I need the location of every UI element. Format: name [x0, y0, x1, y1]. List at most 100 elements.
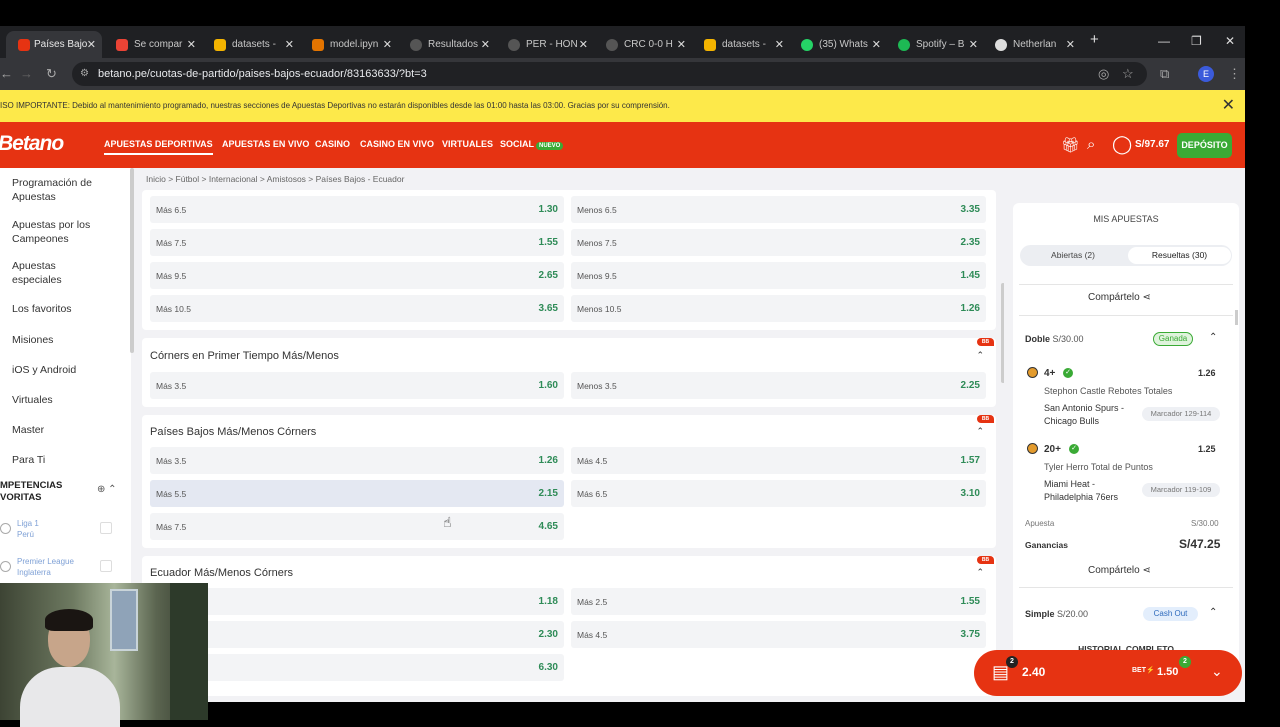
- nav-virtuales[interactable]: VIRTUALES: [442, 139, 493, 149]
- back-icon[interactable]: ←: [0, 66, 13, 81]
- sidebar-item-campeones[interactable]: Apuestas por los Campeones: [12, 218, 122, 246]
- close-tab-icon[interactable]: ✕: [481, 38, 490, 51]
- nav-casino-en-vivo[interactable]: CASINO EN VIVO: [360, 139, 434, 149]
- odd-button[interactable]: Más 4.5 3.75: [571, 621, 986, 648]
- chevron-up-icon[interactable]: ⌃: [976, 426, 984, 437]
- odd-button[interactable]: Más 10.5 3.65: [150, 295, 564, 322]
- new-tab-icon[interactable]: +: [1090, 31, 1099, 48]
- reload-icon[interactable]: ↻: [46, 66, 57, 82]
- sidebar-item-para-ti[interactable]: Para Ti: [12, 453, 122, 467]
- close-tab-icon[interactable]: ✕: [579, 38, 588, 51]
- eye-off-icon[interactable]: ◎: [1098, 66, 1109, 82]
- close-tab-icon[interactable]: ✕: [872, 38, 881, 51]
- deposit-button[interactable]: DEPÓSITO: [1177, 133, 1232, 158]
- league-checkbox[interactable]: [100, 560, 112, 572]
- extensions-icon[interactable]: ⧉: [1160, 66, 1169, 82]
- forward-icon[interactable]: →: [20, 66, 33, 81]
- odd-button[interactable]: Menos 6.5 3.35: [571, 196, 986, 223]
- tab-datasets-2[interactable]: datasets - ✕: [704, 31, 784, 58]
- tab-se-compar[interactable]: Se compar ✕: [116, 31, 196, 58]
- tab-whatsapp[interactable]: (35) Whats ✕: [801, 31, 881, 58]
- close-tab-icon[interactable]: ✕: [1066, 38, 1075, 51]
- odd-button[interactable]: Menos 3.5 2.25: [571, 372, 986, 399]
- tab-model[interactable]: model.ipyn ✕: [312, 31, 392, 58]
- league-premier[interactable]: Premier League Inglaterra: [17, 556, 74, 578]
- minimize-icon[interactable]: —: [1158, 34, 1170, 48]
- odd-button[interactable]: Más 3.5 1.26: [150, 447, 564, 474]
- chevron-up-icon[interactable]: ⌃: [976, 567, 984, 578]
- selection-match[interactable]: San Antonio Spurs - Chicago Bulls: [1044, 402, 1139, 428]
- sidebar-item-misiones[interactable]: Misiones: [12, 333, 122, 347]
- close-tab-icon[interactable]: ✕: [285, 38, 294, 51]
- maximize-icon[interactable]: ❐: [1191, 34, 1202, 48]
- betslip-bar[interactable]: ▤ 2 2.40 BET⚡ 2 1.50 ⌄: [974, 650, 1242, 696]
- nav-apuestas-deportivas[interactable]: APUESTAS DEPORTIVAS: [104, 139, 213, 155]
- profile-avatar[interactable]: E: [1198, 66, 1214, 82]
- search-icon[interactable]: ⌕: [1087, 136, 1095, 153]
- tab-crc[interactable]: CRC 0-0 H ✕: [606, 31, 686, 58]
- close-window-icon[interactable]: ✕: [1225, 34, 1235, 48]
- odd-button[interactable]: 2.30: [150, 621, 564, 648]
- league-liga1[interactable]: Liga 1 Perú: [17, 518, 39, 540]
- odd-button[interactable]: Más 2.5 1.55: [571, 588, 986, 615]
- tab-spotify[interactable]: Spotify – B ✕: [898, 31, 978, 58]
- close-tab-icon[interactable]: ✕: [775, 38, 784, 51]
- menu-kebab-icon[interactable]: ⋮: [1228, 66, 1241, 82]
- sidebar-item-master[interactable]: Master: [12, 423, 122, 437]
- nav-casino[interactable]: CASINO: [315, 139, 350, 149]
- nav-social[interactable]: SOCIAL NUEVO: [500, 139, 564, 150]
- tab-paises-bajos[interactable]: Países Bajo ✕: [6, 31, 102, 58]
- gift-icon[interactable]: 🎁︎: [1061, 136, 1080, 154]
- chevron-up-icon[interactable]: ⌃: [1209, 332, 1217, 343]
- chevron-up-icon[interactable]: ⌃: [1209, 607, 1217, 618]
- tab-datasets[interactable]: datasets - ✕: [214, 31, 294, 58]
- odd-button[interactable]: Más 7.5 1.55: [150, 229, 564, 256]
- sidebar-item-ios-android[interactable]: iOS y Android: [12, 363, 122, 377]
- site-info-icon[interactable]: ⚙: [80, 62, 89, 86]
- cash-out-badge[interactable]: Cash Out: [1143, 607, 1198, 621]
- sidebar-item-programacion[interactable]: Programación de Apuestas: [12, 176, 122, 204]
- user-icon[interactable]: ◯: [1112, 134, 1132, 155]
- chevron-down-icon[interactable]: ⌄: [1211, 663, 1223, 680]
- close-tab-icon[interactable]: ✕: [383, 38, 392, 51]
- odd-button[interactable]: Menos 10.5 1.26: [571, 295, 986, 322]
- odd-button[interactable]: Más 5.5 2.15: [150, 480, 564, 507]
- odd-button[interactable]: Más 6.5 3.10: [571, 480, 986, 507]
- odd-button[interactable]: Más 7.5 4.65: [150, 513, 564, 540]
- chevron-up-icon[interactable]: ⌃: [976, 350, 984, 361]
- league-name: Premier League: [17, 557, 74, 566]
- tab-netherlands[interactable]: Netherlan ✕: [995, 31, 1075, 58]
- tab-open-bets[interactable]: Abiertas (2): [1020, 245, 1126, 266]
- odd-button[interactable]: Más 9.5 2.65: [150, 262, 564, 289]
- odd-button[interactable]: Menos 9.5 1.45: [571, 262, 986, 289]
- odd-button[interactable]: 1.18: [150, 588, 564, 615]
- odd-button[interactable]: Más 4.5 1.57: [571, 447, 986, 474]
- tab-per-hon[interactable]: PER - HON ✕: [508, 31, 588, 58]
- odd-button[interactable]: Menos 7.5 2.35: [571, 229, 986, 256]
- favorites-add-icon[interactable]: ⊕ ⌃: [97, 484, 117, 495]
- betano-logo[interactable]: Betano: [0, 132, 64, 156]
- close-tab-icon[interactable]: ✕: [969, 38, 978, 51]
- selection-match[interactable]: Miami Heat - Philadelphia 76ers: [1044, 478, 1139, 504]
- sidebar-item-favoritos[interactable]: Los favoritos: [12, 302, 122, 316]
- odd-button[interactable]: Más 6.5 1.30: [150, 196, 564, 223]
- share-button[interactable]: Compártelo ⋖: [1088, 565, 1151, 576]
- close-tab-icon[interactable]: ✕: [87, 38, 96, 51]
- account-balance[interactable]: S/97.67: [1135, 139, 1169, 150]
- sidebar-item-especiales[interactable]: Apuestas especiales: [12, 259, 82, 287]
- odd-button[interactable]: Más 3.5 1.60: [150, 372, 564, 399]
- tab-resultados[interactable]: Resultados ✕: [410, 31, 490, 58]
- tab-settled-bets[interactable]: Resueltas (30): [1128, 247, 1231, 264]
- sidebar-item-virtuales[interactable]: Virtuales: [12, 393, 122, 407]
- share-button[interactable]: Compártelo ⋖: [1088, 292, 1151, 303]
- close-tab-icon[interactable]: ✕: [187, 38, 196, 51]
- close-icon[interactable]: ✕: [1222, 98, 1235, 114]
- close-tab-icon[interactable]: ✕: [677, 38, 686, 51]
- odd-button[interactable]: 6.30: [150, 654, 564, 681]
- bookmark-star-icon[interactable]: ☆: [1122, 66, 1134, 82]
- nav-apuestas-en-vivo[interactable]: APUESTAS EN VIVO: [222, 139, 309, 149]
- bets-scrollbar[interactable]: [1235, 310, 1238, 325]
- url-input[interactable]: ⚙ betano.pe/cuotas-de-partido/paises-baj…: [72, 62, 1147, 86]
- league-checkbox[interactable]: [100, 522, 112, 534]
- main-scrollbar[interactable]: [1001, 283, 1004, 383]
